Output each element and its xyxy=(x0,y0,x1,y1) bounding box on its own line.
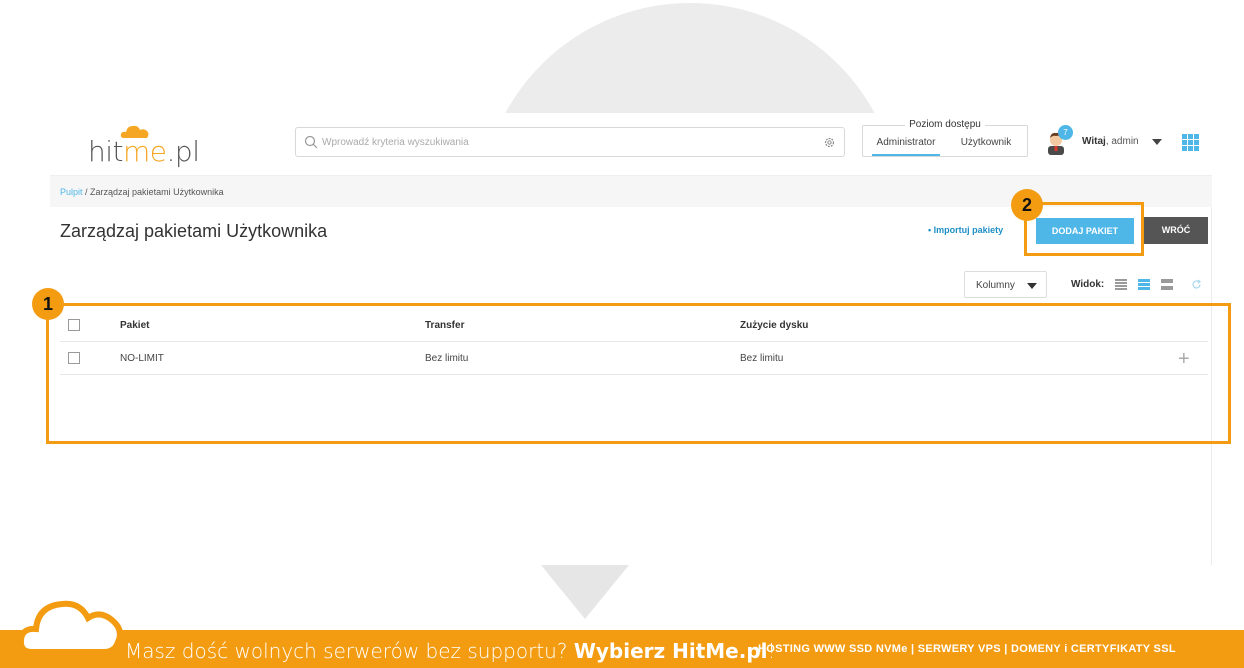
back-button[interactable]: WRÓĆ xyxy=(1144,217,1208,244)
breadcrumb-current: Zarządzaj pakietami Użytkownika xyxy=(90,187,224,197)
screenshot-stage: hitme.pl Poziom dostępu Administrator Uż… xyxy=(0,0,1244,668)
breadcrumb: Pulpit / Zarządzaj pakietami Użytkownika xyxy=(60,187,224,197)
columns-dropdown[interactable]: Kolumny xyxy=(964,271,1047,298)
user-menu[interactable]: 7 Witaj, admin xyxy=(1044,125,1200,159)
hitme-logo[interactable]: hitme.pl xyxy=(88,123,208,168)
import-packages-link[interactable]: • Importuj pakiety xyxy=(928,225,1003,235)
banner-slogan: Masz dość wolnych serwerów bez supportu?… xyxy=(125,639,776,663)
chevron-down-icon xyxy=(1027,283,1037,289)
access-administrator-tab[interactable]: Administrator xyxy=(872,136,940,156)
gear-icon[interactable] xyxy=(823,136,836,149)
view-label: Widok: xyxy=(1071,279,1105,290)
view-large-icon[interactable] xyxy=(1161,279,1173,290)
search-icon xyxy=(304,135,318,149)
columns-label: Kolumny xyxy=(976,280,1015,291)
notification-badge[interactable]: 7 xyxy=(1058,125,1073,140)
view-compact-icon[interactable] xyxy=(1115,279,1127,290)
view-standard-icon[interactable] xyxy=(1138,279,1150,290)
access-user-tab[interactable]: Użytkownik xyxy=(955,136,1017,156)
banner-services: HOSTING WWW SSD NVMe | SERWERY VPS | DOM… xyxy=(758,643,1176,655)
user-greeting: Witaj, admin xyxy=(1082,136,1139,147)
page-title: Zarządzaj pakietami Użytkownika xyxy=(60,221,328,241)
apps-grid-icon[interactable] xyxy=(1182,134,1199,151)
breadcrumb-home-link[interactable]: Pulpit xyxy=(60,187,83,197)
access-level-switch: Poziom dostępu Administrator Użytkownik xyxy=(862,119,1028,157)
logo-text: hitme.pl xyxy=(88,135,200,168)
highlight-box-table xyxy=(46,303,1231,444)
annotation-marker-2: 2 xyxy=(1011,189,1043,221)
access-level-title: Poziom dostępu xyxy=(863,119,1027,130)
annotation-marker-1: 1 xyxy=(32,288,64,320)
refresh-icon[interactable] xyxy=(1191,279,1202,290)
cloud-icon xyxy=(18,600,123,655)
chevron-down-icon[interactable] xyxy=(1152,139,1162,145)
background-arrow xyxy=(541,565,629,619)
top-header: hitme.pl Poziom dostępu Administrator Uż… xyxy=(50,113,1212,175)
search-input[interactable] xyxy=(322,133,812,151)
search-box xyxy=(295,127,845,157)
